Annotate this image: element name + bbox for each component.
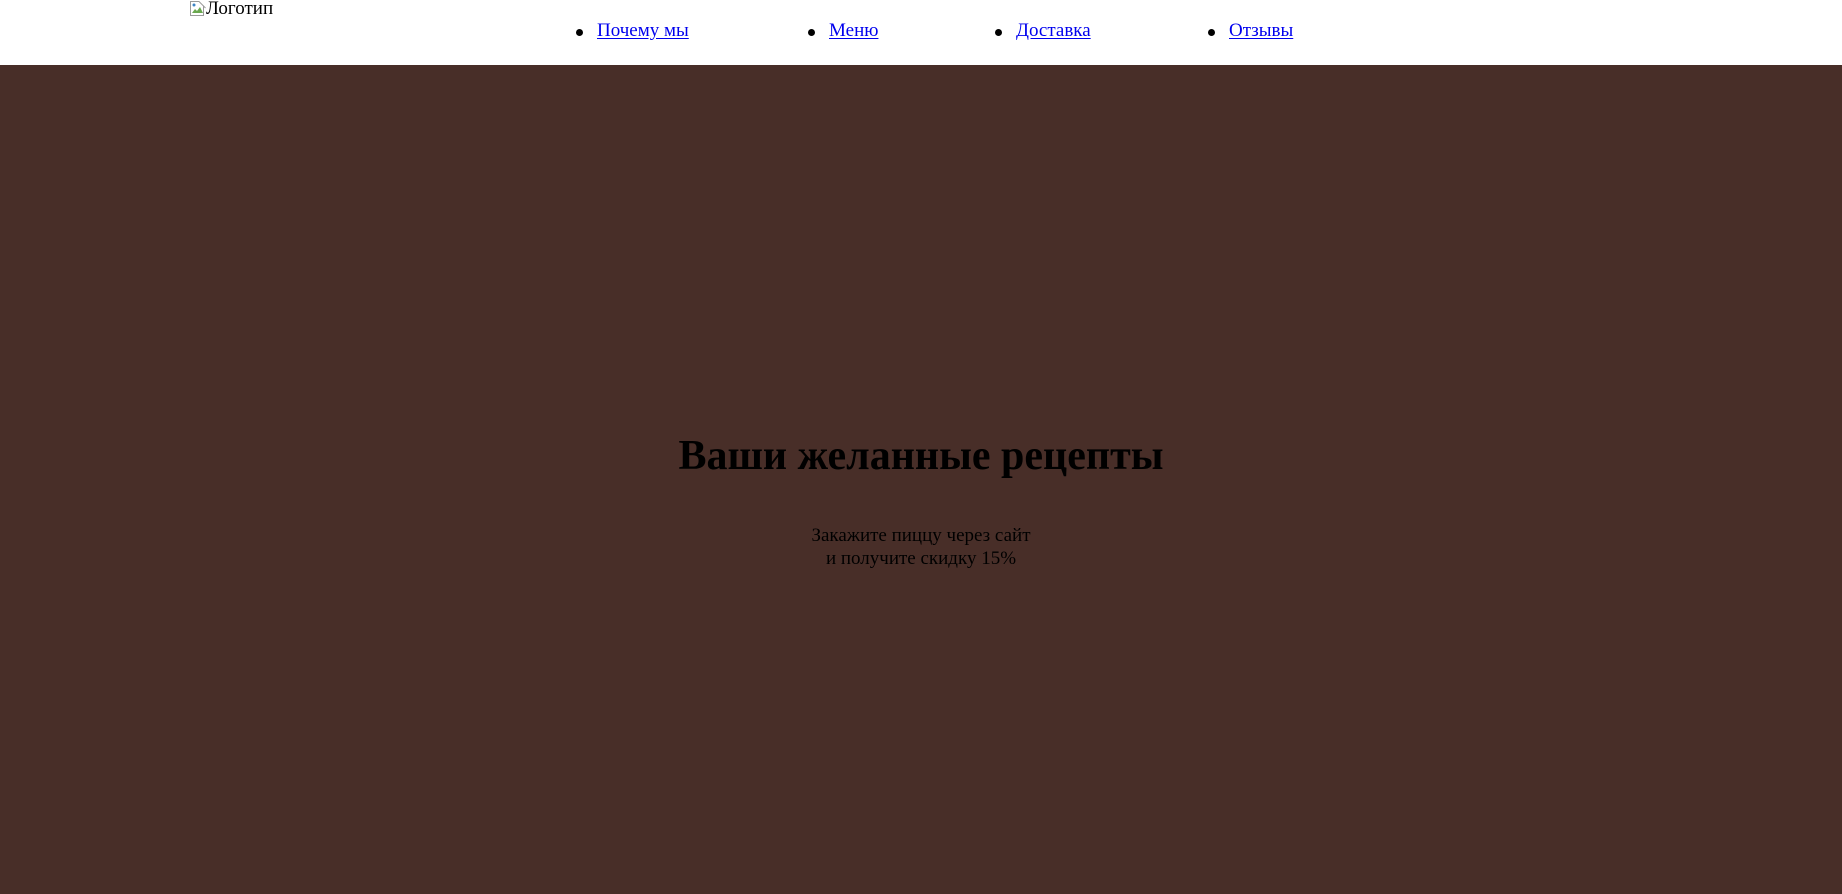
hero-subtitle-line1: Закажите пиццу через сайт — [811, 525, 1031, 546]
bullet-icon — [808, 29, 815, 36]
logo[interactable]: Логотип — [190, 0, 273, 18]
nav-link-delivery[interactable]: Доставка — [1016, 20, 1091, 41]
nav-link-why-us[interactable]: Почему мы — [597, 20, 689, 41]
bullet-icon — [995, 29, 1002, 36]
nav-link-reviews[interactable]: Отзывы — [1229, 20, 1293, 41]
bullet-icon — [1208, 29, 1215, 36]
hero-section: Ваши желанные рецепты Закажите пиццу чер… — [0, 65, 1842, 894]
site-header: Логотип Почему мы Меню Доставка Отзывы — [0, 0, 1842, 65]
bullet-icon — [576, 29, 583, 36]
logo-alt-text: Логотип — [206, 0, 274, 19]
nav-item-why-us: Почему мы — [576, 20, 689, 42]
hero-subtitle-line2: и получите скидку 15% — [825, 548, 1017, 569]
hero-subtitle: Закажите пиццу через сайт и получите ски… — [0, 524, 1842, 570]
nav-link-menu[interactable]: Меню — [829, 20, 878, 41]
nav-item-menu: Меню — [808, 20, 878, 42]
nav-item-reviews: Отзывы — [1208, 20, 1293, 42]
hero-title: Ваши желанные рецепты — [678, 433, 1164, 479]
broken-image-icon — [190, 1, 206, 17]
nav-item-delivery: Доставка — [995, 20, 1091, 42]
